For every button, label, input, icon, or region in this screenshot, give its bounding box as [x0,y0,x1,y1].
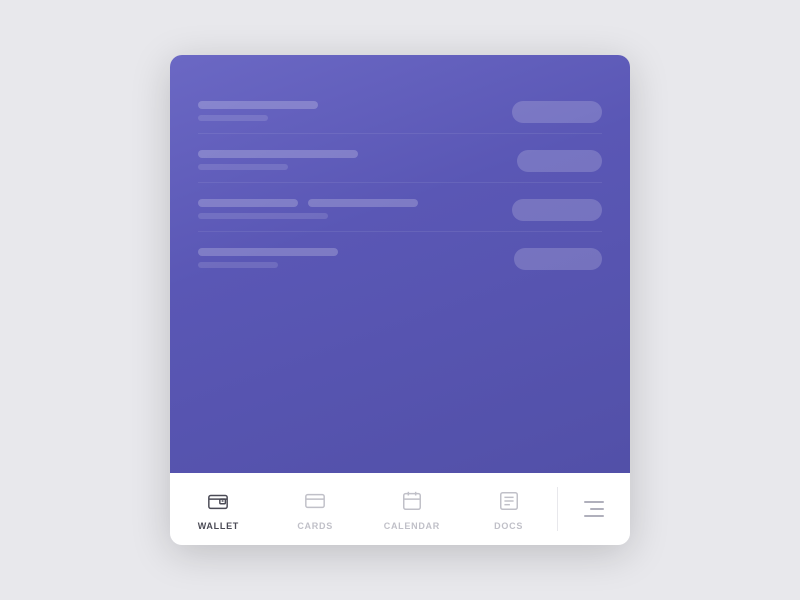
list-item[interactable] [198,183,602,232]
item-subtitle-bar [198,262,278,268]
hamburger-line-bot [584,515,604,517]
tab-cards[interactable]: CARDS [267,473,364,545]
tab-wallet[interactable]: WALLET [170,473,267,545]
item-badge [517,150,602,172]
list-item[interactable] [198,134,602,183]
item-badge [512,101,602,123]
bottom-nav: WALLET CARDS [170,473,630,545]
hamburger-line-mid [590,508,604,510]
calendar-icon [401,490,423,517]
docs-icon [498,490,520,517]
nav-tabs: WALLET CARDS [170,473,557,545]
app-container: WALLET CARDS [170,55,630,545]
main-content [170,55,630,473]
item-badge [512,199,602,221]
tab-calendar[interactable]: CALENDAR [364,473,461,545]
tab-cards-label: CARDS [297,521,333,531]
item-title-bar [198,199,298,207]
menu-button[interactable] [558,473,630,545]
tab-docs-label: DOCS [494,521,523,531]
wallet-icon [207,490,229,517]
tab-calendar-label: CALENDAR [384,521,440,531]
item-badge [514,248,602,270]
list-item[interactable] [198,232,602,280]
item-subtitle-bar [198,213,328,219]
item-title-bar [198,150,358,158]
item-title-bar [308,199,418,207]
item-subtitle-bar [198,115,268,121]
hamburger-icon [584,501,604,517]
item-title-bar [198,248,338,256]
tab-docs[interactable]: DOCS [460,473,557,545]
item-subtitle-bar [198,164,288,170]
cards-icon [304,490,326,517]
tab-wallet-label: WALLET [198,521,239,531]
list-item[interactable] [198,85,602,134]
hamburger-line-top [584,501,604,503]
item-title-bar [198,101,318,109]
